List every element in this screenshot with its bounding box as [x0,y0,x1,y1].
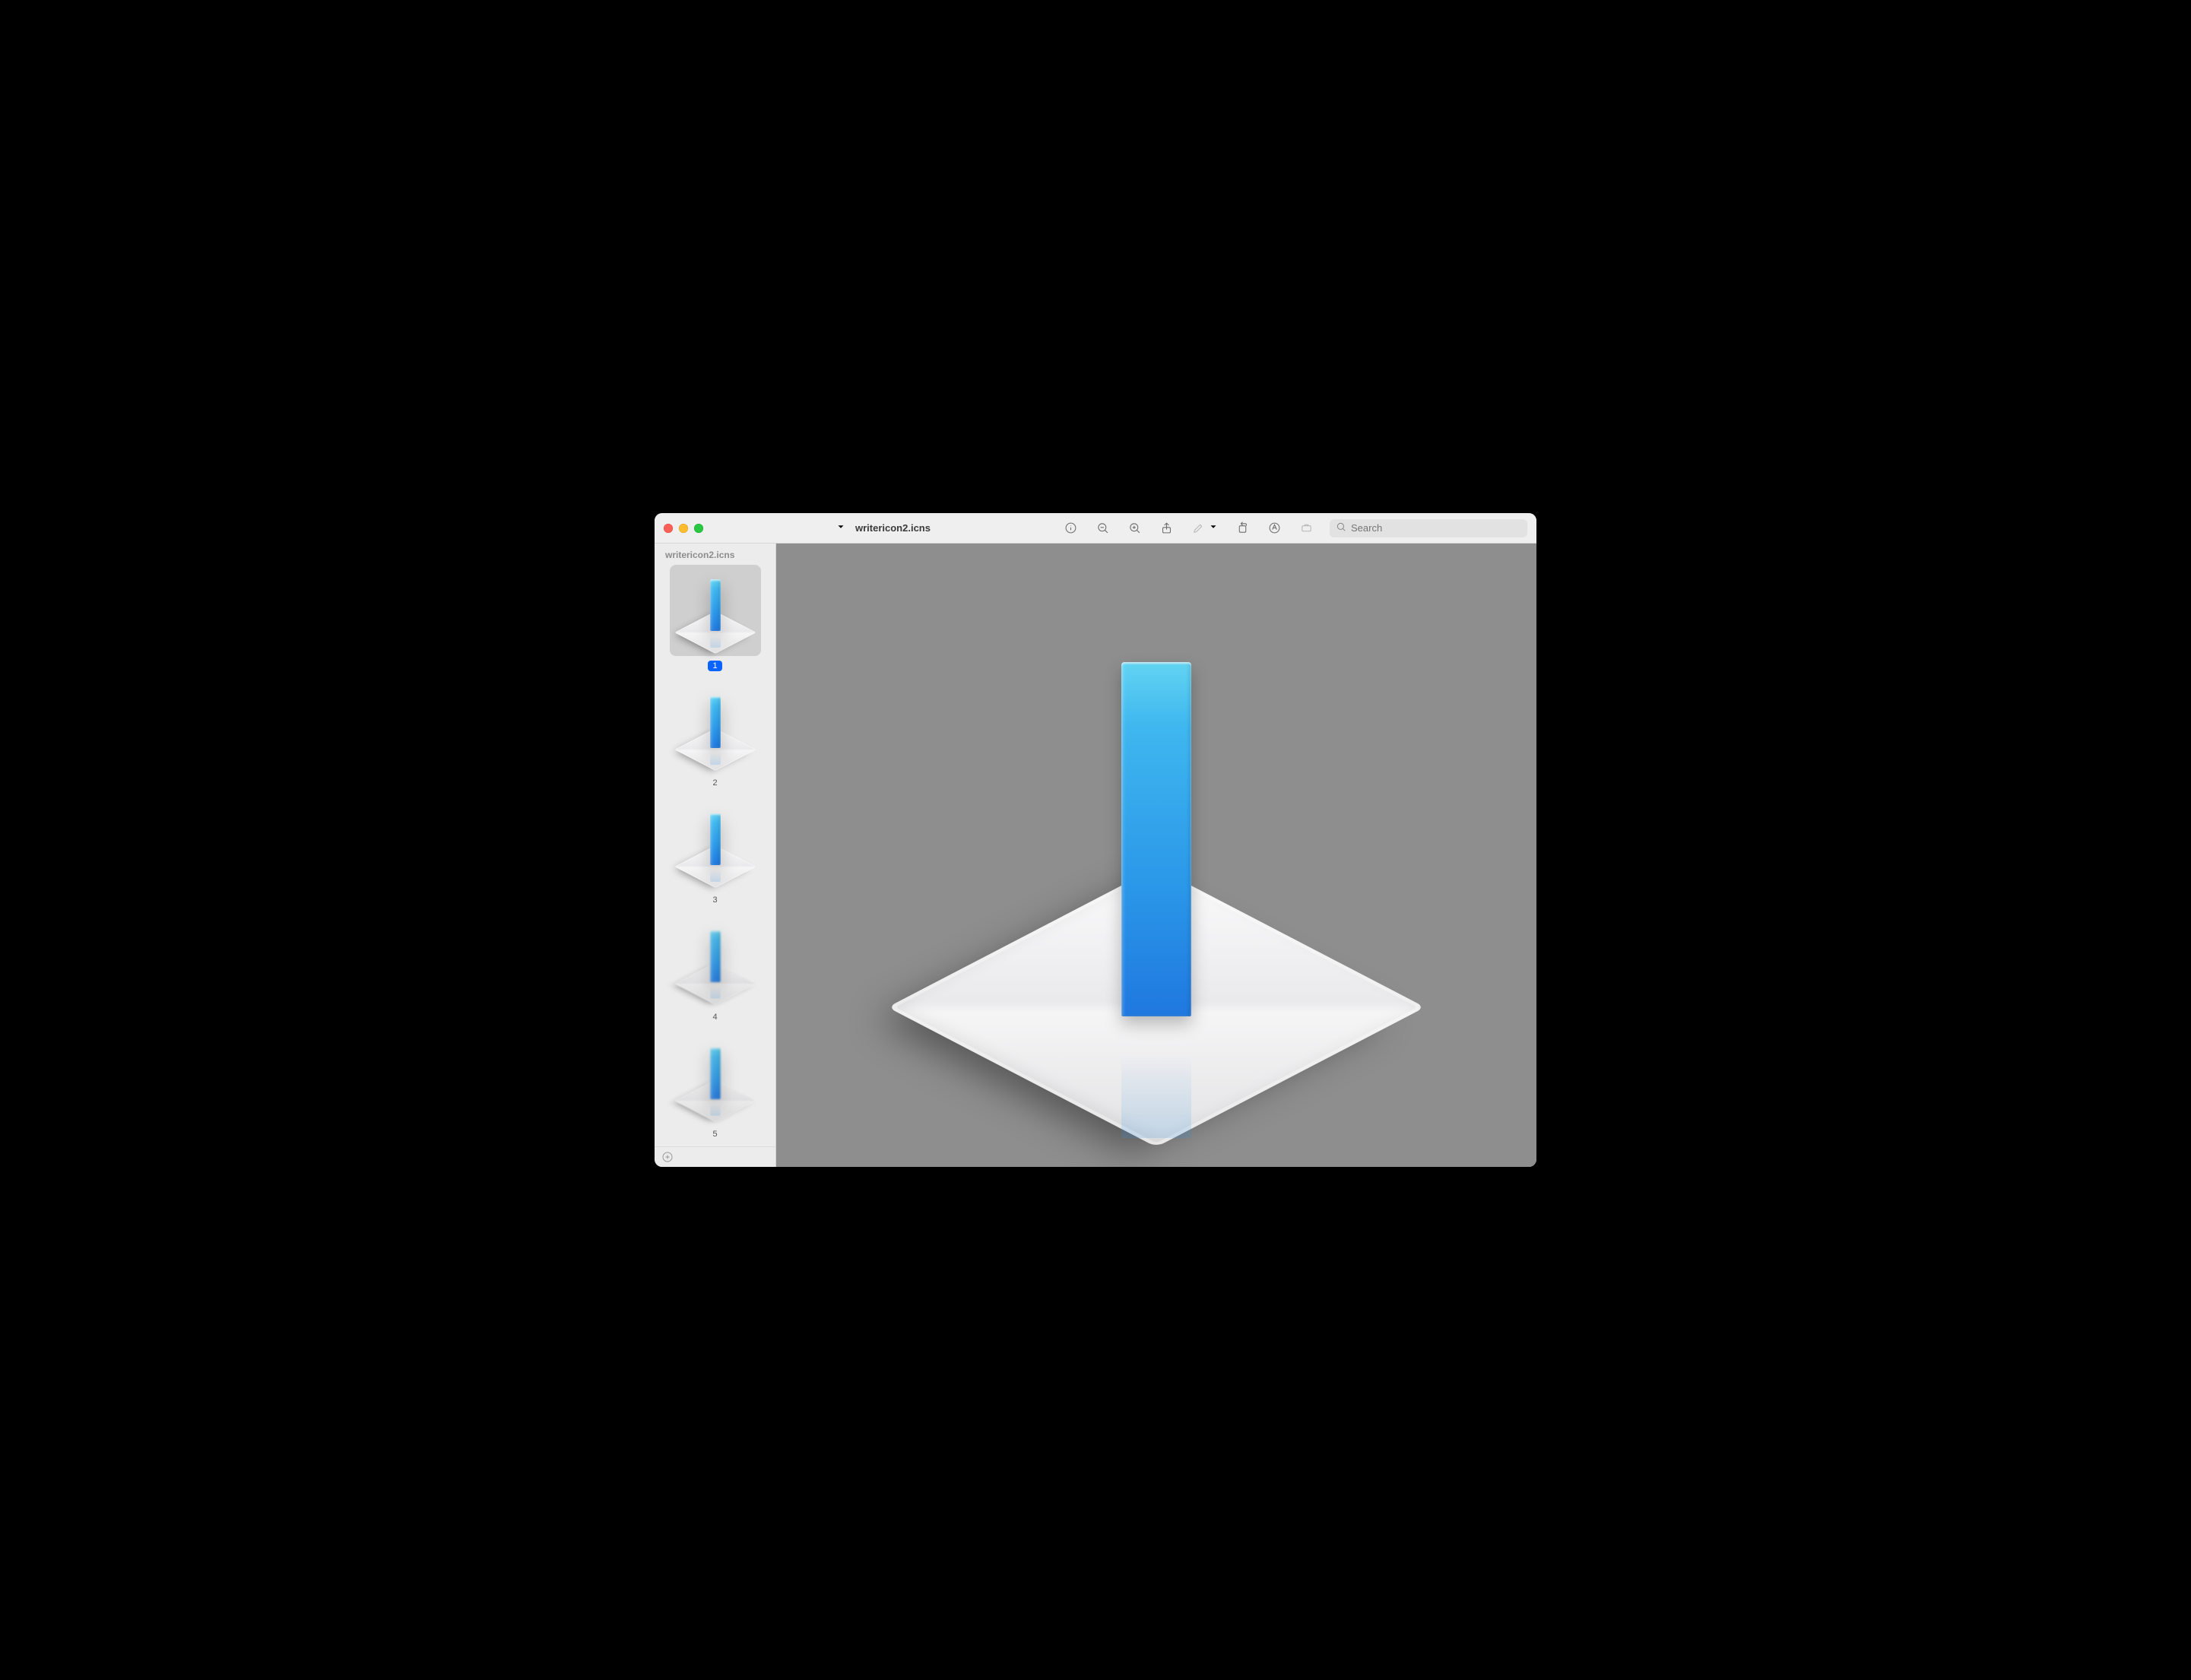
sidebar-toggle[interactable] [834,521,846,534]
thumbnail-image [670,916,761,1007]
thumbnail[interactable]: 4 [662,916,768,1022]
canvas[interactable] [776,544,1536,1167]
traffic-lights [664,524,703,533]
search-icon [1336,521,1346,534]
sidebar-footer [655,1146,775,1167]
rotate-button[interactable] [1234,520,1251,537]
thumbnail-image [670,1033,761,1124]
thumbnail[interactable]: 5 [662,1033,768,1140]
zoom-out-button[interactable] [1094,520,1111,537]
window-title: writericon2.icns [855,522,931,534]
titlebar: writericon2.icns [655,513,1536,544]
zoom-in-button[interactable] [1126,520,1143,537]
close-button[interactable] [664,524,673,533]
add-page-button[interactable] [661,1150,674,1164]
body: writericon2.icns 1 2 3 4 5 [655,544,1536,1167]
icon-preview [883,582,1430,1129]
title-area: writericon2.icns [855,522,931,534]
chevron-down-icon[interactable] [1208,521,1219,534]
info-button[interactable] [1062,520,1079,537]
thumbnail-image [670,799,761,890]
thumbnail-image [670,565,761,656]
chevron-down-icon [835,521,846,534]
thumbnail-label: 1 [708,661,721,671]
search-input[interactable] [1351,522,1521,534]
markup-button[interactable] [1266,520,1283,537]
thumbnail[interactable]: 1 [662,565,768,671]
thumbnail-image [670,682,761,773]
thumbnail-label: 2 [708,778,721,788]
toolbox-button[interactable] [1298,520,1314,537]
thumbnail-label: 3 [708,895,721,905]
toolbar [1062,519,1527,537]
preview-window: writericon2.icns [655,513,1536,1167]
minimize-button[interactable] [679,524,688,533]
share-button[interactable] [1158,520,1175,537]
sidebar-title: writericon2.icns [662,550,768,565]
zoom-button[interactable] [694,524,703,533]
search-field[interactable] [1330,519,1527,537]
thumbnail-label: 5 [708,1129,721,1140]
sidebar: writericon2.icns 1 2 3 4 5 [655,544,776,1167]
thumbnail-list[interactable]: writericon2.icns 1 2 3 4 5 [655,544,775,1146]
thumbnail[interactable]: 3 [662,799,768,905]
thumbnail[interactable]: 2 [662,682,768,788]
thumbnail-label: 4 [708,1012,721,1022]
highlight-button[interactable] [1190,520,1206,537]
